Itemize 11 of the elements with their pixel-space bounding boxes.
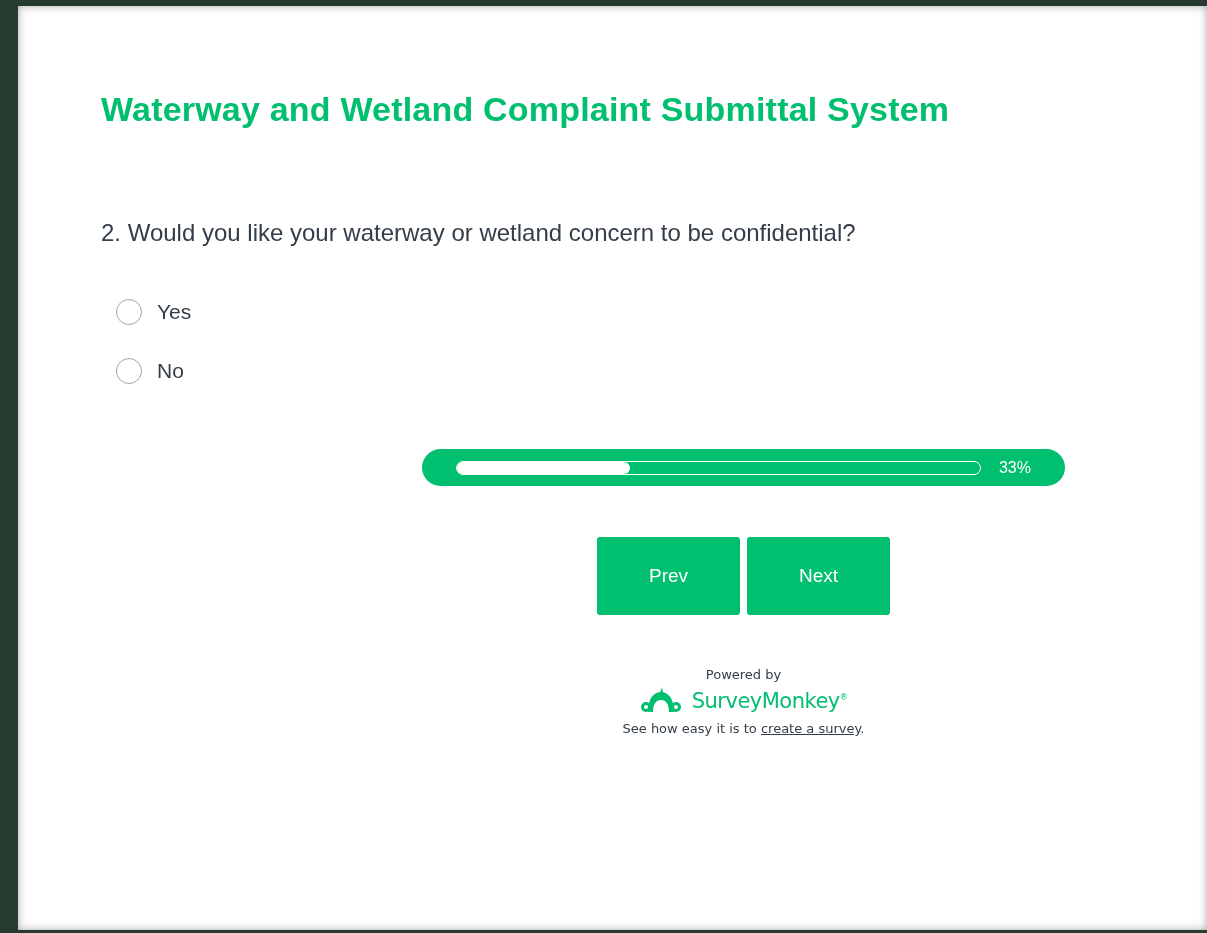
option-label: No (157, 358, 184, 383)
prev-button[interactable]: Prev (597, 537, 740, 615)
tagline-period: . (860, 721, 865, 736)
next-button[interactable]: Next (747, 537, 890, 615)
powered-by-text: Powered by (705, 667, 782, 682)
brand-name: SurveyMonkey$^{®}$ (691, 689, 848, 713)
progress-reading: 33% (998, 458, 1031, 477)
tagline-text: See how easy it is to (622, 721, 758, 736)
option-label: Yes (157, 299, 192, 324)
question-text: 2. Would you like your waterway or wetland concern to be confidential? (101, 219, 857, 247)
survey-title: Waterway and Wetland Complaint Submittal System (101, 90, 951, 129)
